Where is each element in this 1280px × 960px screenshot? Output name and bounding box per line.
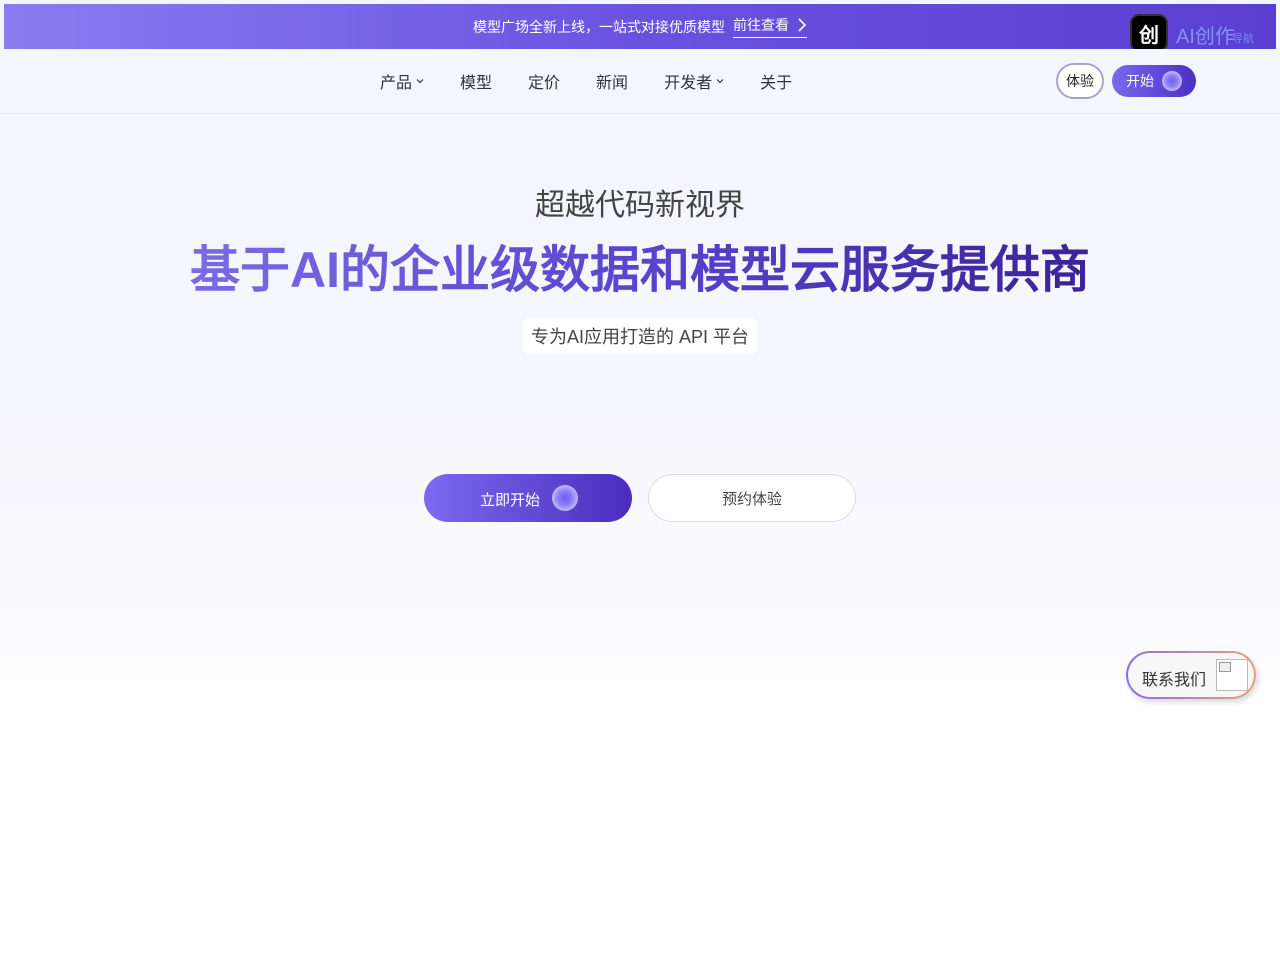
page-background	[0, 0, 1280, 960]
cta-reserve-button[interactable]: 预约体验	[648, 474, 856, 522]
chevron-right-icon	[798, 18, 807, 32]
start-button[interactable]: 开始	[1112, 65, 1196, 97]
broken-image-icon	[1219, 662, 1231, 672]
nav-item-label: 定价	[528, 75, 561, 92]
cta-start-button[interactable]: 立即开始	[424, 474, 632, 522]
nav-item-label: 开发者	[664, 75, 713, 92]
orb-icon	[1162, 71, 1182, 91]
chevron-down-icon	[716, 79, 724, 84]
qr-code-image	[1216, 659, 1248, 691]
brand-name: AI创作	[1176, 26, 1235, 48]
orb-icon	[552, 485, 578, 511]
contact-us-button[interactable]: 联系我们	[1126, 651, 1256, 699]
chevron-down-icon	[416, 79, 424, 84]
announcement-link[interactable]: 前往查看	[733, 15, 807, 38]
hero-title-text: 基于AI的企业级数据和模型云服务提供商	[190, 242, 1090, 298]
nav-item-label: 关于	[760, 75, 793, 92]
brand-sub: 导航	[1232, 33, 1254, 45]
contact-label: 联系我们	[1142, 672, 1207, 689]
nav-links: 产品 模型 定价 新闻 开发者 关于	[380, 49, 828, 113]
announcement-bar: 模型广场全新上线，一站式对接优质模型 前往查看	[4, 4, 1276, 49]
brand-logo-glyph: 创	[1139, 24, 1159, 47]
cta-start-label: 立即开始	[480, 492, 541, 509]
nav-item-about[interactable]: 关于	[760, 69, 792, 93]
start-button-label: 开始	[1126, 73, 1154, 89]
nav-item-news[interactable]: 新闻	[596, 69, 628, 93]
nav-item-label: 新闻	[596, 75, 629, 92]
nav-item-products[interactable]: 产品	[380, 69, 424, 93]
nav-item-models[interactable]: 模型	[460, 69, 492, 93]
hero-subtitle: 超越代码新视界	[535, 189, 745, 222]
announcement-link-label: 前往查看	[733, 17, 789, 33]
hero-tagline: 专为AI应用打造的 API 平台	[523, 318, 757, 354]
nav-item-pricing[interactable]: 定价	[528, 69, 560, 93]
brand-logo-icon[interactable]: 创	[1130, 14, 1168, 52]
announcement-text: 模型广场全新上线，一站式对接优质模型	[473, 18, 725, 35]
nav-item-label: 产品	[380, 75, 413, 92]
hero-title: 基于AI的企业级数据和模型云服务提供商	[0, 238, 1280, 302]
nav-item-label: 模型	[460, 75, 493, 92]
nav-item-developers[interactable]: 开发者	[664, 69, 724, 93]
try-button[interactable]: 体验	[1056, 63, 1104, 99]
